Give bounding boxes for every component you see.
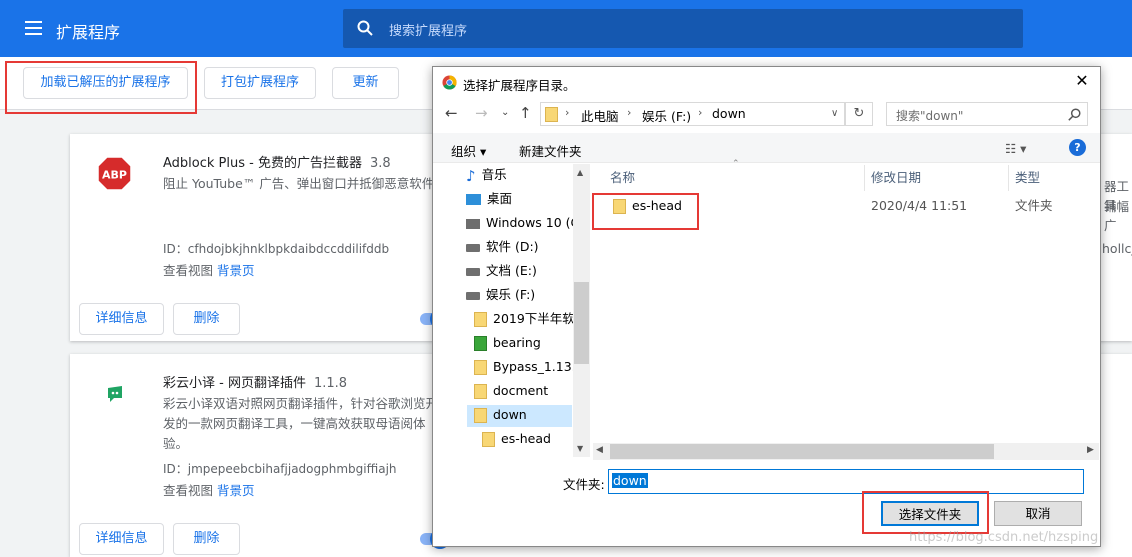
caiyun-icon bbox=[108, 386, 122, 402]
app-header: 扩展程序 搜索扩展程序 bbox=[0, 0, 1132, 57]
menu-icon[interactable] bbox=[25, 21, 42, 35]
card-fragment-text: hollcj bbox=[1102, 241, 1132, 256]
chrome-icon bbox=[442, 75, 457, 90]
cancel-button[interactable]: 取消 bbox=[994, 501, 1082, 526]
background-page-link[interactable]: 背景页 bbox=[217, 263, 255, 278]
folder-picker-dialog: 选择扩展程序目录。 ✕ ← → ⌄ ↑ › 此电脑 › 娱乐 (F:) › do… bbox=[432, 66, 1101, 547]
address-bar[interactable]: › 此电脑 › 娱乐 (F:) › down ∨ bbox=[540, 102, 845, 126]
folder-icon bbox=[474, 360, 487, 375]
remove-button[interactable]: 删除 bbox=[173, 303, 240, 335]
folder-input[interactable]: down bbox=[608, 469, 1084, 494]
column-header-type[interactable]: 类型 bbox=[1015, 165, 1040, 191]
search-icon bbox=[1068, 108, 1081, 121]
drive-icon bbox=[466, 291, 480, 300]
folder-search-input[interactable]: 搜索"down" bbox=[886, 102, 1088, 126]
column-divider bbox=[864, 165, 865, 191]
extension-description: 彩云小译双语对照网页翻译插件，针对谷歌浏览开发的一款网页翻译工具，一键高效获取母… bbox=[163, 396, 438, 451]
extension-description: 阻止 YouTube™ 广告、弹出窗口并抵御恶意软件 bbox=[163, 176, 435, 191]
tree-item-entertainment[interactable]: 娱乐 (F:) bbox=[466, 284, 535, 306]
drive-icon bbox=[466, 267, 480, 276]
breadcrumb-down[interactable]: down bbox=[712, 106, 746, 121]
sort-indicator-icon: ⌃ bbox=[732, 159, 740, 169]
back-icon[interactable]: ← bbox=[445, 104, 458, 122]
folder-icon bbox=[474, 408, 487, 423]
tree-scrollbar-thumb[interactable] bbox=[574, 282, 589, 364]
file-modified: 2020/4/4 11:51 bbox=[871, 198, 968, 213]
folder-search-placeholder: 搜索"down" bbox=[896, 109, 964, 123]
tree-item-folder[interactable]: docment bbox=[474, 380, 548, 402]
extension-id: ID：jmpepeebcbihafjjadogphmbgiffiajh bbox=[163, 462, 397, 476]
scroll-left-icon[interactable]: ◀ bbox=[596, 445, 603, 455]
svg-text:ABP: ABP bbox=[102, 169, 127, 182]
close-icon[interactable]: ✕ bbox=[1072, 71, 1092, 91]
tree-item-folder[interactable]: 2019下半年软 bbox=[474, 308, 575, 330]
search-placeholder: 搜索扩展程序 bbox=[389, 24, 468, 39]
folder-icon bbox=[474, 384, 487, 399]
command-bar: 组织 ▾ 新建文件夹 ☷ ▾ ? bbox=[433, 133, 1100, 163]
watermark-text: https://blog.csdn.net/hzsping bbox=[909, 530, 1099, 545]
music-icon: ♪ bbox=[466, 166, 476, 185]
page-title: 扩展程序 bbox=[56, 23, 121, 42]
breadcrumb-separator: › bbox=[565, 106, 570, 119]
column-header-name[interactable]: 名称 bbox=[610, 165, 635, 191]
column-divider bbox=[1008, 165, 1009, 191]
tree-item-desktop[interactable]: 桌面 bbox=[466, 188, 512, 210]
tree-item-folder[interactable]: Bypass_1.13.3 bbox=[474, 356, 584, 378]
extension-name: 彩云小译 - 网页翻译插件 1.1.8 bbox=[163, 376, 348, 391]
view-options-icon[interactable]: ☷ ▾ bbox=[1005, 141, 1026, 156]
up-icon[interactable]: ↑ bbox=[519, 104, 532, 122]
help-icon[interactable]: ? bbox=[1069, 139, 1086, 156]
extension-views: 查看视图 背景页 bbox=[163, 483, 255, 498]
scroll-up-icon[interactable]: ▲ bbox=[577, 168, 583, 177]
list-scrollbar-thumb[interactable] bbox=[610, 444, 994, 459]
tree-item-down[interactable]: down bbox=[474, 404, 527, 426]
extension-name: Adblock Plus - 免费的广告拦截器 3.8 bbox=[163, 156, 391, 171]
folder-label: 文件夹: bbox=[563, 477, 605, 492]
tree-item-folder[interactable]: bearing bbox=[474, 332, 541, 354]
column-header-modified[interactable]: 修改日期 bbox=[871, 165, 921, 191]
adblock-icon: ABP bbox=[97, 156, 132, 191]
desktop-icon bbox=[466, 194, 481, 205]
search-input[interactable]: 搜索扩展程序 bbox=[343, 9, 1023, 48]
tree-item-windows[interactable]: Windows 10 (C bbox=[466, 212, 579, 234]
breadcrumb-this-pc[interactable]: 此电脑 bbox=[581, 106, 619, 125]
scroll-right-icon[interactable]: ▶ bbox=[1087, 445, 1094, 455]
update-button[interactable]: 更新 bbox=[332, 67, 399, 99]
tree-item-music[interactable]: ♪ 音乐 bbox=[466, 164, 507, 186]
breadcrumb-separator: › bbox=[627, 106, 632, 119]
dialog-title: 选择扩展程序目录。 bbox=[463, 78, 576, 93]
card-fragment-text: 铺幅广 bbox=[1104, 199, 1130, 233]
refresh-icon[interactable]: ↻ bbox=[845, 102, 873, 126]
forward-icon[interactable]: → bbox=[475, 104, 488, 122]
background-page-link[interactable]: 背景页 bbox=[217, 483, 255, 498]
folder-icon bbox=[545, 107, 558, 122]
highlight-load-unpacked bbox=[5, 61, 197, 114]
highlight-select-folder bbox=[862, 491, 989, 534]
breadcrumb-drive[interactable]: 娱乐 (F:) bbox=[642, 106, 691, 125]
synced-folder-icon bbox=[474, 336, 487, 351]
highlight-es-head bbox=[592, 193, 699, 230]
extension-id: ID：cfhdojbkjhnklbpkdaibdccddilifddb bbox=[163, 242, 390, 256]
search-icon bbox=[357, 20, 373, 36]
details-button[interactable]: 详细信息 bbox=[79, 303, 164, 335]
extension-views: 查看视图 背景页 bbox=[163, 263, 255, 278]
tree-item-es-head[interactable]: es-head bbox=[482, 428, 551, 450]
address-row: ← → ⌄ ↑ › 此电脑 › 娱乐 (F:) › down ∨ ↻ 搜索"do… bbox=[433, 99, 1100, 129]
recent-chevron-icon[interactable]: ⌄ bbox=[501, 107, 509, 118]
folder-icon bbox=[482, 432, 495, 447]
tree-item-software[interactable]: 软件 (D:) bbox=[466, 236, 539, 258]
remove-button[interactable]: 删除 bbox=[173, 523, 240, 555]
scroll-down-icon[interactable]: ▼ bbox=[577, 444, 583, 453]
drive-icon bbox=[466, 243, 480, 252]
organize-button[interactable]: 组织 ▾ bbox=[451, 141, 486, 160]
windows-drive-icon bbox=[466, 218, 480, 229]
details-button[interactable]: 详细信息 bbox=[79, 523, 164, 555]
chevron-down-icon[interactable]: ∨ bbox=[831, 108, 838, 119]
new-folder-button[interactable]: 新建文件夹 bbox=[519, 141, 582, 160]
pack-extension-button[interactable]: 打包扩展程序 bbox=[204, 67, 316, 99]
tree-item-documents[interactable]: 文档 (E:) bbox=[466, 260, 537, 282]
folder-icon bbox=[474, 312, 487, 327]
file-type: 文件夹 bbox=[1015, 198, 1053, 213]
breadcrumb-separator: › bbox=[698, 106, 703, 119]
